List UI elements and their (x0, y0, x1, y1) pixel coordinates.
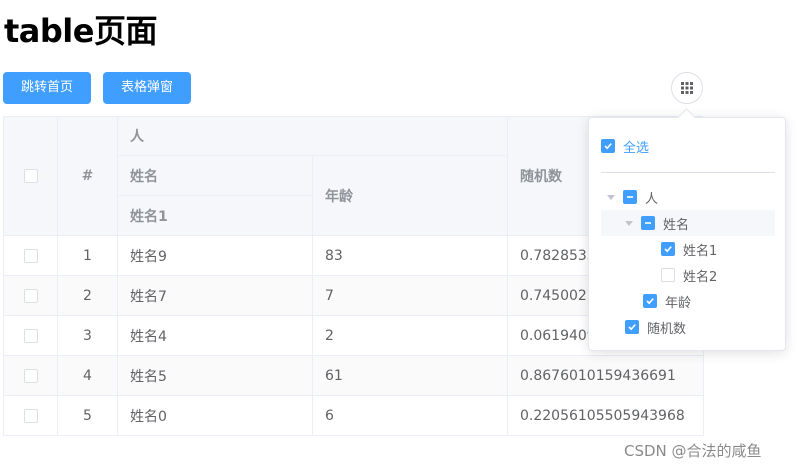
checkbox-checked-icon[interactable] (643, 294, 657, 308)
checkbox-indeterminate-icon[interactable] (641, 216, 655, 230)
tree-label: 随机数 (647, 321, 687, 337)
row-checkbox[interactable] (23, 288, 38, 303)
select-all-header-cell (4, 117, 58, 236)
cell-index: 2 (58, 276, 118, 316)
tree-node-name1[interactable]: 姓名1 (661, 236, 717, 262)
checkbox-indeterminate-icon[interactable] (623, 190, 637, 204)
checkbox-unchecked-icon[interactable] (661, 268, 675, 282)
caret-down-icon[interactable] (607, 194, 615, 200)
row-checkbox-cell (4, 396, 58, 436)
checkbox-checked-icon[interactable] (601, 139, 615, 153)
cell-name: 姓名9 (118, 236, 313, 276)
row-checkbox[interactable] (23, 368, 38, 383)
tree-node-age[interactable]: 年龄 (643, 288, 691, 314)
tree-node-random[interactable]: 随机数 (625, 314, 686, 340)
tree-label: 姓名1 (683, 243, 718, 259)
cell-age: 61 (313, 356, 508, 396)
tree-label: 姓名2 (683, 269, 718, 285)
row-checkbox-cell (4, 316, 58, 356)
cell-index: 1 (58, 236, 118, 276)
select-all-label: 全选 (623, 140, 650, 156)
caret-down-icon[interactable] (625, 220, 633, 226)
row-checkbox[interactable] (23, 248, 38, 263)
tree-label: 人 (645, 191, 659, 207)
cell-age: 6 (313, 396, 508, 436)
page-title: table页面 (4, 12, 157, 50)
header-index: # (58, 117, 118, 236)
cell-name: 姓名7 (118, 276, 313, 316)
header-name: 姓名 (118, 156, 313, 196)
cell-index: 3 (58, 316, 118, 356)
go-home-button[interactable]: 跳转首页 (3, 72, 91, 104)
table-dialog-button[interactable]: 表格弹窗 (103, 72, 191, 104)
cell-name: 姓名0 (118, 396, 313, 436)
divider (601, 172, 775, 173)
header-name1: 姓名1 (118, 196, 313, 236)
tree-label: 年龄 (665, 295, 692, 311)
cell-age: 2 (313, 316, 508, 356)
cell-age: 83 (313, 236, 508, 276)
checkbox-checked-icon[interactable] (625, 320, 639, 334)
checkbox-checked-icon[interactable] (661, 242, 675, 256)
cell-random: 0.8676010159436691 (508, 356, 704, 396)
tree-node-person[interactable]: 人 (607, 184, 658, 210)
row-checkbox[interactable] (23, 328, 38, 343)
tree-node-name2[interactable]: 姓名2 (661, 262, 717, 288)
row-checkbox-cell (4, 276, 58, 316)
cell-random: 0.22056105505943968 (508, 396, 704, 436)
column-picker-popover: 全选 人 姓名 姓名1 姓名2 年龄 随机数 (588, 117, 786, 351)
select-all-columns[interactable]: 全选 (601, 133, 649, 159)
grid-icon (681, 82, 693, 94)
cell-index: 4 (58, 356, 118, 396)
cell-age: 7 (313, 276, 508, 316)
select-all-checkbox[interactable] (23, 169, 38, 183)
tree-node-name[interactable]: 姓名 (625, 210, 689, 236)
column-settings-button[interactable] (671, 72, 703, 104)
cell-index: 5 (58, 396, 118, 436)
tree-label: 姓名 (663, 217, 690, 233)
row-checkbox[interactable] (23, 408, 38, 423)
watermark: CSDN @合法的咸鱼 (624, 442, 762, 460)
header-age: 年龄 (313, 156, 508, 236)
row-checkbox-cell (4, 236, 58, 276)
header-group-person: 人 (118, 117, 508, 156)
row-checkbox-cell (4, 356, 58, 396)
cell-name: 姓名4 (118, 316, 313, 356)
cell-name: 姓名5 (118, 356, 313, 396)
